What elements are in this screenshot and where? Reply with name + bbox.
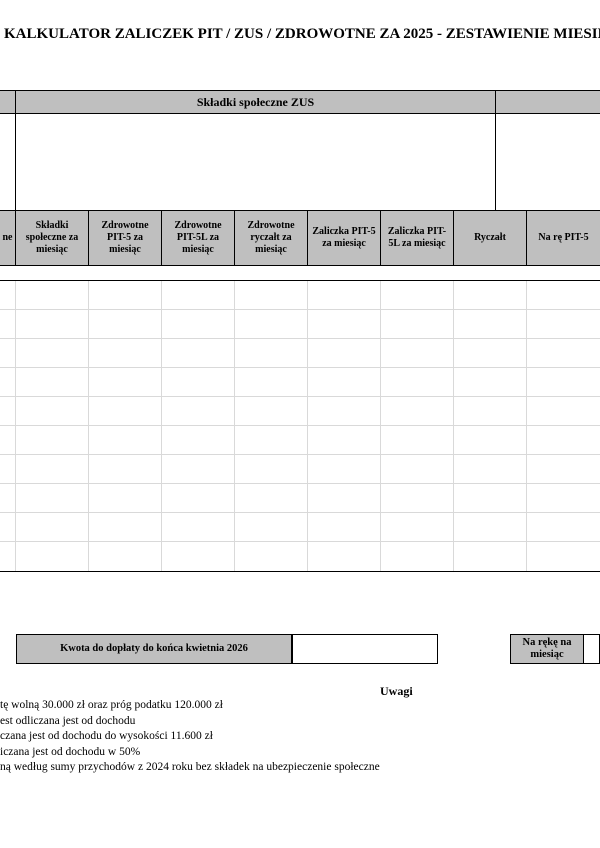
page-title: KALKULATOR ZALICZEK PIT / ZUS / ZDROWOTN… [0,26,600,43]
table-row [0,455,600,484]
open-block [0,114,600,210]
table-row [0,281,600,310]
col-zaliczka-pit5l: Zaliczka PIT-5L za miesiąc [381,211,454,265]
col-zdrowotne-pit5l: Zdrowotne PIT-5L za miesiąc [162,211,235,265]
surcharge-value [292,634,438,664]
remarks-heading: Uwagi [380,684,413,699]
col-zaliczka-pit5: Zaliczka PIT-5 za miesiąc [308,211,381,265]
note-line: tę wolną 30.000 zł oraz próg podatku 120… [0,698,600,714]
open-mid [16,114,496,210]
surcharge-label: Kwota do dopłaty do końca kwietnia 2026 [16,634,292,664]
open-left [0,114,16,210]
note-line: ną według sumy przychodów z 2024 roku be… [0,760,600,776]
footer-spacer [0,634,16,664]
band-right-stub [496,91,600,113]
note-line: iczana jest od dochodu w 50% [0,745,600,761]
table-row [0,513,600,542]
note-line: est odliczana jest od dochodu [0,714,600,730]
table-row [0,397,600,426]
table-row [0,542,600,571]
col-left-stub: ne [0,211,16,265]
footer-row: Kwota do dopłaty do końca kwietnia 2026 … [0,634,600,664]
table-row [0,339,600,368]
section-band: Składki społeczne ZUS [0,90,600,114]
col-zdrowotne-pit5: Zdrowotne PIT-5 za miesiąc [89,211,162,265]
col-skladki: Składki społeczne za miesiąc [16,211,89,265]
table-row [0,310,600,339]
open-right [496,114,600,210]
col-zdrowotne-ryczalt: Zdrowotne ryczałt za miesiąc [235,211,308,265]
data-grid [0,280,600,572]
page: KALKULATOR ZALICZEK PIT / ZUS / ZDROWOTN… [0,0,600,848]
band-social-zus: Składki społeczne ZUS [16,91,496,113]
net-per-month-label: Na rękę na miesiąc [510,634,584,664]
table-row [0,368,600,397]
table-row [0,426,600,455]
footer-gap [438,634,510,664]
col-ryczalt: Ryczałt [454,211,527,265]
note-line: czana jest od dochodu do wysokości 11.60… [0,729,600,745]
column-headers: ne Składki społeczne za miesiąc Zdrowotn… [0,210,600,266]
col-right-stub: Na rę PIT-5 [527,211,600,265]
notes-block: tę wolną 30.000 zł oraz próg podatku 120… [0,698,600,776]
table-row [0,484,600,513]
band-left-stub [0,91,16,113]
net-per-month-value [584,634,600,664]
